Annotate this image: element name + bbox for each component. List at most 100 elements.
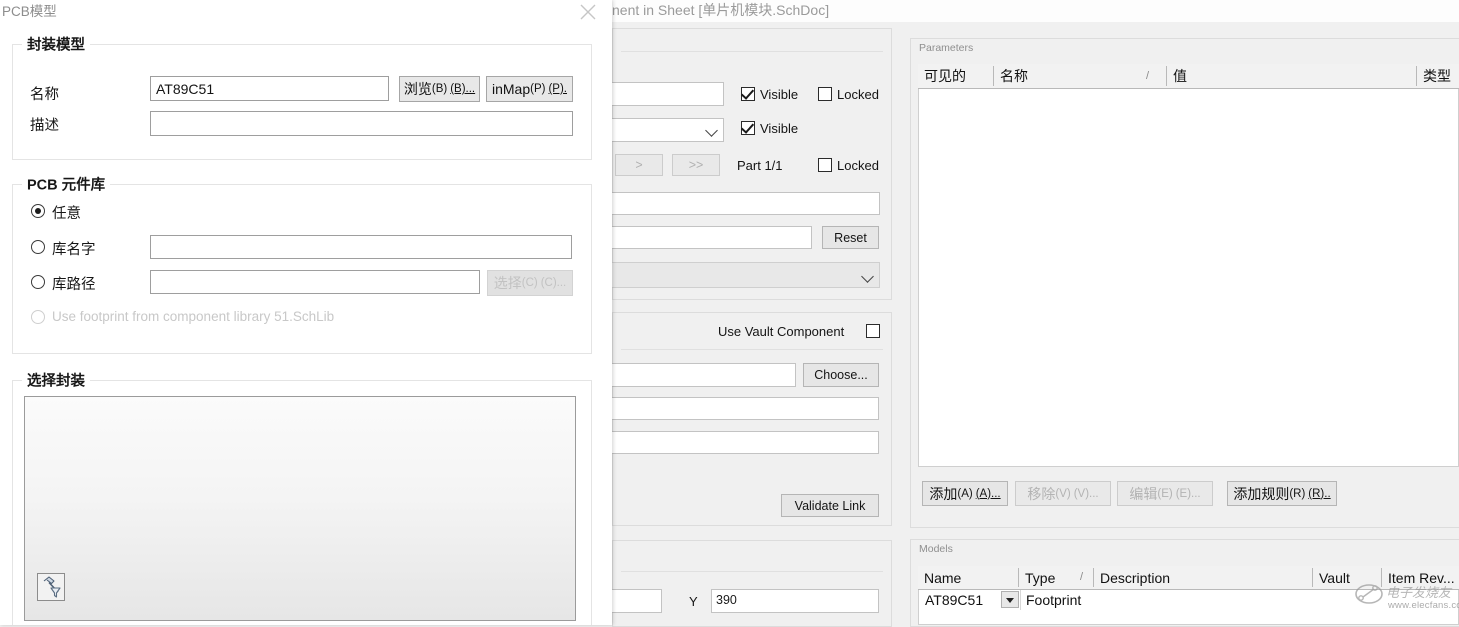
pin-map-accel1: (P) <box>530 83 546 95</box>
pin-map-button[interactable]: inMap (P) (P). <box>486 76 573 102</box>
radio-any[interactable] <box>31 204 45 218</box>
use-vault-component-label: Use Vault Component <box>718 324 845 339</box>
models-row-sep <box>1020 590 1021 610</box>
properties-divider <box>621 51 883 52</box>
close-icon[interactable] <box>576 2 602 22</box>
models-col-description[interactable]: Description <box>1094 566 1312 589</box>
designator-visible-label: Visible <box>760 87 799 102</box>
part-count-label: Part 1/1 <box>737 158 783 173</box>
table-name-input[interactable] <box>600 431 879 454</box>
parameters-caption: Parameters <box>919 42 974 54</box>
designator-locked-label: Locked <box>837 87 879 102</box>
footprint-preview-canvas[interactable] <box>24 396 576 621</box>
design-item-id-input[interactable] <box>600 363 796 387</box>
radio-lib-name-label: 库名字 <box>52 242 96 258</box>
models-caption: Models <box>919 543 953 555</box>
parameters-edit-accel2: (E)... <box>1175 487 1201 500</box>
designator-visible-checkbox[interactable] <box>741 87 755 101</box>
graphical-divider <box>621 571 883 572</box>
radio-any-label: 任意 <box>52 206 81 222</box>
choose-path-label: 选择 <box>493 275 522 291</box>
footprint-model-group <box>12 44 592 160</box>
description-input[interactable] <box>600 192 880 215</box>
parameters-add-label: 添加 <box>929 485 958 502</box>
comment-visible-checkbox[interactable] <box>741 121 755 135</box>
radio-lib-path[interactable] <box>31 275 45 289</box>
footprint-name-input[interactable]: AT89C51 <box>150 76 389 101</box>
models-row-type: Footprint <box>1026 592 1082 608</box>
designator-input[interactable] <box>600 82 724 106</box>
parameters-col-value[interactable]: 值 <box>1167 64 1417 88</box>
parameters-edit-accel1: (E) <box>1157 487 1173 500</box>
radio-lib-name[interactable] <box>31 240 45 254</box>
parameters-add-accel1: (A) <box>957 487 973 500</box>
comment-chevron-down-icon[interactable] <box>706 124 719 137</box>
parameters-add-rule-accel1: (R) <box>1289 487 1306 500</box>
graphical-panel <box>612 540 892 627</box>
footprint-description-input[interactable] <box>150 111 573 136</box>
models-grid-header: Name Type / Description Vault Item Rev..… <box>918 566 1459 590</box>
radio-use-footprint[interactable] <box>31 310 45 324</box>
choose-button[interactable]: Choose... <box>803 363 879 387</box>
pcb-library-group <box>12 184 592 354</box>
comment-visible-label: Visible <box>760 121 799 136</box>
parameters-col-visible[interactable]: 可见的 <box>918 64 993 88</box>
parameters-edit-button[interactable]: 编辑 (E) (E)... <box>1117 481 1213 506</box>
use-vault-component-checkbox[interactable] <box>866 324 880 338</box>
radio-use-footprint-label: Use footprint from component library 51.… <box>52 309 335 324</box>
browse-footprint-accel2: (B)... <box>450 83 476 95</box>
part-locked-label: Locked <box>837 158 879 173</box>
pcb-model-dialog: PCB模型 封装模型 名称 AT89C51 浏览 (B) (B)... inMap(… <box>0 0 612 625</box>
parameters-remove-button[interactable]: 移除 (V) (V)... <box>1015 481 1111 506</box>
footprint-name-label: 名称 <box>30 87 59 103</box>
models-grid-body[interactable]: AT89C51 Footprint <box>918 590 1459 625</box>
models-col-name[interactable]: Name <box>918 566 1018 589</box>
choose-path-accel2: (C)... <box>540 277 567 289</box>
choose-path-accel1: (C) <box>521 277 538 289</box>
choose-library-path-button[interactable]: 选择 (C) (C)... <box>487 270 573 296</box>
models-col-vault[interactable]: Vault <box>1313 566 1381 589</box>
type-chevron-down-icon[interactable] <box>862 270 875 283</box>
models-table-row[interactable]: AT89C51 Footprint <box>919 590 1458 610</box>
location-y-input[interactable]: 390 <box>711 589 879 613</box>
reset-button[interactable]: Reset <box>822 226 879 249</box>
parameters-col-name[interactable]: 名称 <box>994 64 1162 88</box>
parameters-add-rule-button[interactable]: 添加规则 (R) (R).. <box>1227 481 1337 506</box>
models-row-name: AT89C51 <box>925 592 984 608</box>
browse-footprint-accel1: (B) <box>431 83 448 95</box>
parameters-sort-marker: / <box>1146 70 1150 82</box>
parameters-edit-label: 编辑 <box>1129 485 1158 502</box>
parameters-add-button[interactable]: 添加 (A) (A)... <box>922 481 1008 506</box>
parameters-add-rule-accel2: (R).. <box>1308 487 1331 500</box>
footprint-description-label: 描述 <box>30 118 59 134</box>
models-row-name-dropdown-icon[interactable] <box>1001 591 1019 608</box>
part-locked-checkbox[interactable] <box>818 158 832 172</box>
type-combo-input[interactable] <box>600 262 880 288</box>
pin-map-label: inMap <box>491 81 531 97</box>
part-prev-button[interactable]: > <box>615 154 663 176</box>
hammer-tool-icon[interactable] <box>37 573 65 601</box>
parameters-add-accel2: (A)... <box>975 487 1001 500</box>
location-y-label: Y <box>689 594 698 609</box>
validate-link-button[interactable]: Validate Link <box>781 494 879 517</box>
parameters-remove-label: 移除 <box>1027 485 1056 502</box>
library-path-field[interactable] <box>150 270 480 294</box>
pcb-library-legend: PCB 元件库 <box>22 173 111 195</box>
library-link-divider <box>621 349 883 350</box>
part-next-button[interactable]: >> <box>672 154 720 176</box>
pin-map-accel2: (P). <box>548 83 567 95</box>
pcb-model-dialog-title: PCB模型 <box>2 4 57 19</box>
browse-footprint-button[interactable]: 浏览 (B) (B)... <box>399 76 480 102</box>
models-col-item-rev[interactable]: Item Rev... <box>1382 566 1459 589</box>
models-sort-marker: / <box>1080 571 1084 583</box>
designator-locked-checkbox[interactable] <box>818 87 832 101</box>
background-window-title: nent in Sheet [单片机模块.SchDoc] <box>612 2 830 18</box>
parameters-grid-body[interactable] <box>918 89 1459 467</box>
footprint-model-legend: 封装模型 <box>22 33 90 55</box>
parameters-col-type[interactable]: 类型 <box>1417 64 1459 88</box>
parameters-grid-header: 可见的 名称 / 值 类型 <box>918 64 1459 89</box>
unique-id-input[interactable] <box>600 226 812 249</box>
library-name-field[interactable] <box>150 235 572 259</box>
browse-footprint-label: 浏览 <box>403 81 432 97</box>
library-name-input[interactable] <box>600 397 879 420</box>
